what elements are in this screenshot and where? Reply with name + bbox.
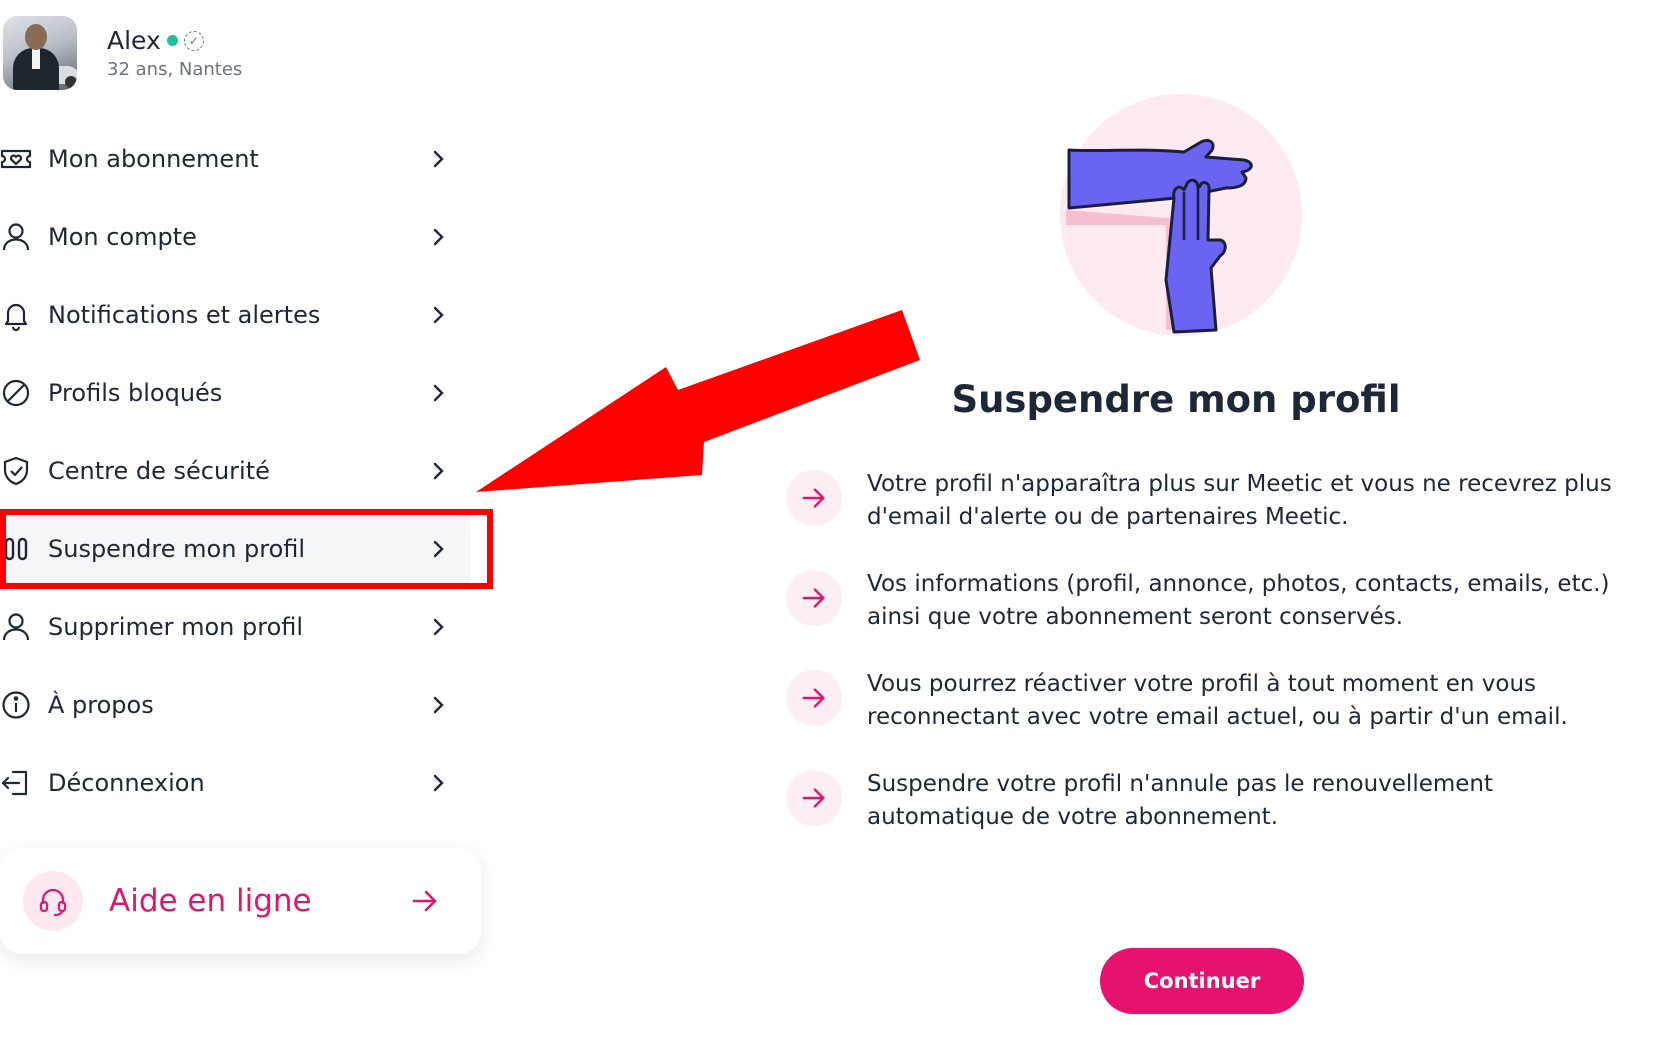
chevron-right-icon	[428, 773, 448, 793]
bullet-text: Votre profil n'apparaîtra plus sur Meeti…	[867, 471, 1612, 530]
bullet-text: Vos informations (profil, annonce, photo…	[867, 571, 1610, 630]
menu-item-centre-securite[interactable]: Centre de sécurité	[0, 432, 470, 510]
menu-item-suspendre-profil[interactable]: Suspendre mon profil	[0, 510, 470, 588]
help-online-button[interactable]: Aide en ligne	[0, 848, 481, 954]
menu-item-label: Supprimer mon profil	[48, 613, 304, 641]
list-item: Suspendre votre profil n'annule pas le r…	[786, 768, 1636, 834]
menu-item-label: Déconnexion	[48, 769, 205, 797]
verified-badge-icon: ✓	[183, 30, 204, 51]
menu-item-label: Profils bloqués	[48, 379, 223, 407]
menu-item-profils-bloques[interactable]: Profils bloqués	[0, 354, 470, 432]
menu-item-label: Notifications et alertes	[48, 301, 321, 329]
menu-item-label: Mon compte	[48, 223, 197, 251]
menu-item-deconnexion[interactable]: Déconnexion	[0, 744, 470, 822]
logout-icon	[0, 765, 36, 801]
user-icon	[0, 219, 36, 255]
chevron-right-icon	[428, 149, 448, 169]
arrow-right-icon	[786, 470, 842, 526]
arrow-right-icon	[786, 770, 842, 826]
arrow-right-icon	[786, 670, 842, 726]
chevron-right-icon	[428, 305, 448, 325]
avatar[interactable]	[3, 16, 77, 90]
list-item: Votre profil n'apparaîtra plus sur Meeti…	[786, 468, 1636, 534]
blocked-icon	[0, 375, 36, 411]
arrow-right-icon	[411, 886, 441, 916]
shield-check-icon	[0, 453, 36, 489]
info-bullet-list: Votre profil n'apparaîtra plus sur Meeti…	[786, 468, 1636, 868]
headset-icon	[23, 871, 83, 931]
pause-icon	[0, 531, 36, 567]
chevron-right-icon	[428, 695, 448, 715]
profile-info: Alex ✓ 32 ans, Nantes	[107, 26, 242, 80]
menu-item-label: Centre de sécurité	[48, 457, 270, 485]
user-icon	[0, 609, 36, 645]
menu-item-mon-compte[interactable]: Mon compte	[0, 198, 470, 276]
settings-menu: Mon abonnement Mon compte Notifications …	[0, 120, 470, 822]
continue-button[interactable]: Continuer	[1100, 948, 1304, 1014]
menu-item-label: À propos	[48, 691, 154, 719]
sidebar: Alex ✓ 32 ans, Nantes Mon abonnement Mon…	[0, 0, 506, 1053]
bullet-text: Vous pourrez réactiver votre profil à to…	[867, 671, 1568, 730]
menu-item-supprimer-profil[interactable]: Supprimer mon profil	[0, 588, 470, 666]
bell-icon	[0, 297, 36, 333]
info-icon	[0, 687, 36, 723]
chevron-right-icon	[428, 617, 448, 637]
menu-item-label: Suspendre mon profil	[48, 535, 306, 563]
profile-meta: 32 ans, Nantes	[107, 59, 243, 80]
menu-item-a-propos[interactable]: À propos	[0, 666, 470, 744]
bullet-text: Suspendre votre profil n'annule pas le r…	[867, 771, 1494, 830]
chevron-right-icon	[428, 539, 448, 559]
chevron-right-icon	[428, 227, 448, 247]
help-label: Aide en ligne	[109, 883, 312, 919]
profile-name: Alex	[107, 26, 161, 55]
list-item: Vous pourrez réactiver votre profil à to…	[786, 668, 1636, 734]
chevron-right-icon	[428, 461, 448, 481]
list-item: Vos informations (profil, annonce, photo…	[786, 568, 1636, 634]
chevron-right-icon	[428, 383, 448, 403]
timeout-hands-illustration	[1056, 90, 1306, 340]
page-title: Suspendre mon profil	[951, 378, 1401, 421]
menu-item-label: Mon abonnement	[48, 145, 259, 173]
arrow-right-icon	[786, 570, 842, 626]
ticket-heart-icon	[0, 141, 36, 177]
menu-item-notifications[interactable]: Notifications et alertes	[0, 276, 470, 354]
profile-header[interactable]: Alex ✓ 32 ans, Nantes	[3, 16, 242, 90]
online-status-dot	[166, 35, 178, 46]
menu-item-mon-abonnement[interactable]: Mon abonnement	[0, 120, 470, 198]
